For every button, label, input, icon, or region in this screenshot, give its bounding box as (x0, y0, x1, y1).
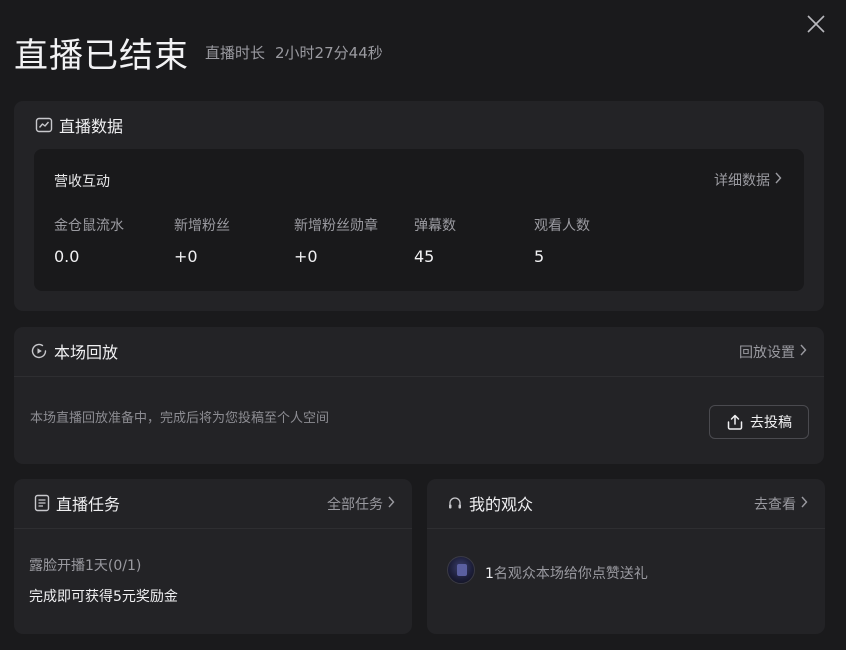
task-reward: 完成即可获得5元奖励金 (29, 589, 178, 605)
divider (14, 528, 412, 529)
stat-label: 观看人数 (534, 218, 590, 234)
stat-viewers: 观看人数 5 (534, 215, 654, 266)
revenue-section-title: 营收互动 (54, 174, 110, 190)
live-data-card: 直播数据 营收互动 详细数据 金仓鼠流水 0.0 新增粉丝 +0 新增粉丝勋章 … (14, 101, 824, 311)
audience-summary: 1名观众本场给你点赞送礼 (485, 563, 648, 583)
stat-value: 45 (414, 247, 435, 266)
play-circle-icon (30, 342, 48, 360)
page-header: 直播已结束 直播时长 2小时27分44秒 (14, 28, 383, 76)
audience-header: 我的观众 (447, 491, 533, 515)
stat-new-fans: 新增粉丝 +0 (174, 215, 294, 266)
stat-label: 金仓鼠流水 (54, 218, 124, 234)
all-tasks-label: 全部任务 (327, 497, 383, 513)
submit-video-button[interactable]: 去投稿 (709, 405, 809, 439)
stat-label: 弹幕数 (414, 218, 456, 234)
divider (14, 376, 824, 377)
stat-value: 5 (534, 247, 545, 266)
close-icon (807, 15, 825, 33)
stat-hamster-revenue: 金仓鼠流水 0.0 (54, 215, 174, 266)
chevron-right-icon (774, 172, 782, 188)
view-audience-label: 去查看 (754, 497, 796, 513)
all-tasks-link[interactable]: 全部任务 (327, 494, 395, 514)
chevron-right-icon (800, 496, 808, 512)
stat-value: +0 (294, 247, 318, 266)
stat-label: 新增粉丝勋章 (294, 218, 378, 234)
stat-label: 新增粉丝 (174, 218, 230, 234)
avatar[interactable] (447, 556, 475, 584)
document-icon (34, 494, 50, 512)
stat-value: 0.0 (54, 247, 80, 266)
audience-title: 我的观众 (469, 495, 534, 514)
replay-status-text: 本场直播回放准备中，完成后将为您投稿至个人空间 (30, 411, 330, 426)
duration-value: 2小时27分44秒 (275, 43, 383, 62)
replay-header: 本场回放 (30, 339, 118, 363)
stat-danmaku-count: 弹幕数 45 (414, 215, 534, 266)
replay-settings-label: 回放设置 (739, 345, 795, 361)
view-audience-link[interactable]: 去查看 (754, 494, 808, 514)
audience-message: 名观众本场给你点赞送礼 (493, 566, 648, 582)
close-button[interactable] (804, 12, 828, 36)
replay-settings-link[interactable]: 回放设置 (739, 342, 807, 362)
divider (427, 528, 825, 529)
live-data-header: 直播数据 (35, 113, 123, 137)
detail-data-link[interactable]: 详细数据 (714, 170, 782, 190)
duration-label: 直播时长 (205, 43, 266, 62)
live-data-title: 直播数据 (59, 117, 124, 136)
stat-new-fan-medals: 新增粉丝勋章 +0 (294, 215, 414, 266)
submit-video-label: 去投稿 (750, 415, 792, 431)
detail-data-label: 详细数据 (714, 173, 770, 189)
tasks-title: 直播任务 (56, 495, 121, 514)
headset-icon (447, 495, 463, 511)
tasks-header: 直播任务 (34, 491, 120, 515)
revenue-interaction-panel: 营收互动 详细数据 金仓鼠流水 0.0 新增粉丝 +0 新增粉丝勋章 +0 弹幕… (34, 149, 804, 291)
audience-count: 1 (485, 566, 494, 582)
upload-icon (726, 413, 744, 431)
chevron-right-icon (799, 344, 807, 360)
stat-value: +0 (174, 247, 198, 266)
chart-icon (35, 116, 53, 134)
live-tasks-card: 直播任务 全部任务 露脸开播1天(0/1) 完成即可获得5元奖励金 (14, 479, 412, 634)
replay-title: 本场回放 (54, 343, 119, 362)
my-audience-card: 我的观众 去查看 1名观众本场给你点赞送礼 (427, 479, 825, 634)
task-name: 露脸开播1天(0/1) (29, 558, 142, 574)
chevron-right-icon (387, 496, 395, 512)
replay-card: 本场回放 回放设置 本场直播回放准备中，完成后将为您投稿至个人空间 去投稿 (14, 327, 824, 464)
page-title: 直播已结束 (14, 35, 189, 76)
